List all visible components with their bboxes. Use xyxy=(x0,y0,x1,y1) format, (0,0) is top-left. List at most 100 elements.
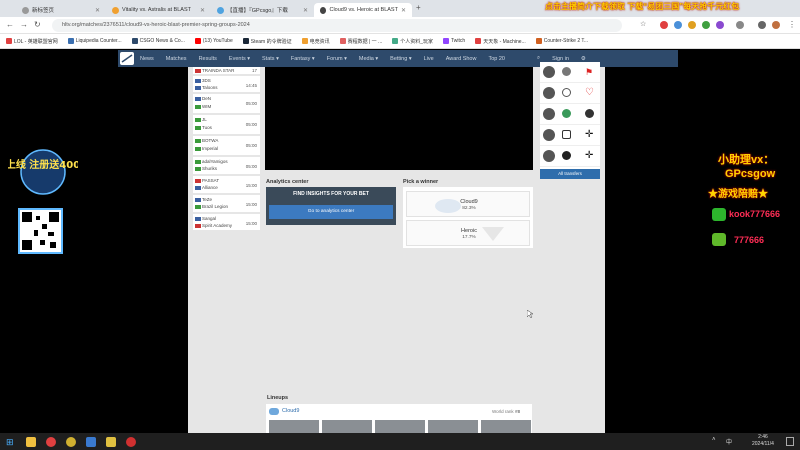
transfer-row[interactable]: ♡ xyxy=(540,83,600,104)
close-icon[interactable]: ✕ xyxy=(401,7,406,14)
nav-fantasy[interactable]: Fantasy ▾ xyxy=(291,56,315,62)
sidepanel-icon[interactable] xyxy=(758,21,766,29)
extension-icon[interactable] xyxy=(716,21,724,29)
flag-icon xyxy=(195,160,201,164)
transfer-row[interactable]: ✛ xyxy=(540,146,600,167)
chat-icon xyxy=(712,233,726,246)
match-row[interactable]: adalYamigos Shuriks 05:00 xyxy=(193,157,260,175)
close-icon[interactable]: ✕ xyxy=(200,7,205,14)
match-time: 05:00 xyxy=(245,101,257,106)
nav-forum[interactable]: Forum ▾ xyxy=(327,56,347,62)
reload-icon[interactable]: ↻ xyxy=(34,20,41,29)
close-icon[interactable]: ✕ xyxy=(303,7,308,14)
app-icon[interactable] xyxy=(106,437,116,447)
bookmark-item[interactable]: Steam 的令牌验证 xyxy=(242,38,292,45)
flag-icon xyxy=(195,86,201,90)
all-transfers-button[interactable]: All transfers xyxy=(540,169,600,179)
nav-award-show[interactable]: Award Show xyxy=(446,56,477,62)
bookmark-icon xyxy=(392,38,399,44)
pick-option-cloud9[interactable]: Cloud9 82.3% xyxy=(406,191,530,217)
player-photo[interactable] xyxy=(428,420,478,433)
tray-chevron-icon[interactable]: ˄ xyxy=(712,437,716,443)
team-logo-icon: ✛ xyxy=(585,150,594,161)
youtube-icon xyxy=(194,38,201,44)
match-row[interactable]: PASSAT Alliance 15:00 xyxy=(193,176,260,194)
extension-icon[interactable] xyxy=(660,21,668,29)
close-icon[interactable]: ✕ xyxy=(95,7,100,14)
analytics-button[interactable]: Go to analytics center xyxy=(269,205,393,219)
extension-icon[interactable] xyxy=(688,21,696,29)
url-input[interactable]: hltv.org/matches/2376511/cloud9-vs-heroi… xyxy=(52,19,622,32)
lineup-team-name[interactable]: Cloud9 xyxy=(282,408,299,414)
app-icon[interactable] xyxy=(86,437,96,447)
forward-icon[interactable]: → xyxy=(20,20,28,29)
tab-stream[interactable]: 【直播】『GPcsgo』下载 ✕ xyxy=(211,3,314,17)
transfer-row[interactable]: ✛ xyxy=(540,125,600,146)
nav-results[interactable]: Results xyxy=(199,56,217,62)
pick-option-heroic[interactable]: Heroic 17.7% xyxy=(406,220,530,246)
profile-avatar[interactable] xyxy=(772,21,780,29)
app-icon[interactable] xyxy=(66,437,76,447)
player-photo[interactable] xyxy=(375,420,425,433)
match-row[interactable]: TRAINDA STAR 17 xyxy=(193,67,260,75)
transfer-row[interactable]: ⚑ xyxy=(540,62,600,83)
bookmark-item[interactable]: 个人资料_玩家 xyxy=(392,38,433,45)
hltv-logo[interactable] xyxy=(120,52,134,65)
extension-icon[interactable] xyxy=(702,21,710,29)
flag-icon xyxy=(195,69,201,73)
tab-cloud9-heroic[interactable]: Cloud9 vs. Heroic at BLAST ✕ xyxy=(314,3,412,17)
nav-matches[interactable]: Matches xyxy=(166,56,187,62)
settings-icon[interactable]: ⚙ xyxy=(581,56,586,62)
tab-bar: 新标签页 ✕ Vitality vs. Astralis at BLAST ✕ … xyxy=(0,0,800,17)
bookmark-item[interactable]: LOL - 英雄联盟官网 xyxy=(6,38,58,45)
windows-start-icon[interactable]: ⊞ xyxy=(6,437,16,447)
signin-link[interactable]: Sign in xyxy=(552,56,569,62)
search-icon[interactable]: ⌕ xyxy=(537,55,540,62)
bookmark-item[interactable]: CSGO News & Co... xyxy=(131,38,185,44)
nav-news[interactable]: News xyxy=(140,56,154,62)
match-row[interactable]: BOTWA Imperial 05:00 xyxy=(193,136,260,156)
tab-title: 新标签页 xyxy=(32,8,55,14)
extension-icon[interactable] xyxy=(674,21,682,29)
match-time: 05:00 xyxy=(245,164,257,169)
star-icon[interactable]: ☆ xyxy=(640,20,646,28)
match-row[interactable]: 3DS Taloons 14:45 xyxy=(193,76,260,93)
transfer-row[interactable] xyxy=(540,104,600,125)
player-photo[interactable] xyxy=(481,420,531,433)
new-tab-button[interactable]: + xyxy=(416,3,421,12)
bookmark-item[interactable]: Counter-Strike 2 T... xyxy=(535,38,588,44)
team-name: Spirit Academy xyxy=(202,223,233,228)
team-name: adalYamigos xyxy=(202,159,228,164)
notification-icon[interactable] xyxy=(786,437,794,446)
player-photo[interactable] xyxy=(322,420,372,433)
stream-video[interactable] xyxy=(265,67,533,170)
bookmark-item[interactable]: 天天象 - Machine... xyxy=(475,38,526,45)
match-row[interactable]: Sangal Spirit Academy 15:00 xyxy=(193,214,260,231)
bookmark-item[interactable]: (13) YouTube xyxy=(194,38,233,44)
tab-new-tab[interactable]: 新标签页 ✕ xyxy=(16,3,106,17)
back-icon[interactable]: ← xyxy=(6,20,14,29)
bookmark-item[interactable]: 赛程数据 | 一 ... xyxy=(339,38,382,45)
nav-live[interactable]: Live xyxy=(424,56,434,62)
menu-icon[interactable]: ⋮ xyxy=(788,20,796,29)
stream-icon xyxy=(217,6,224,14)
app-icon[interactable] xyxy=(126,437,136,447)
nav-events[interactable]: Events ▾ xyxy=(229,56,250,62)
nav-media[interactable]: Media ▾ xyxy=(359,56,378,62)
bookmark-item[interactable]: Liquipedia Counter... xyxy=(67,38,122,44)
nav-betting[interactable]: Betting ▾ xyxy=(390,56,411,62)
nav-stats[interactable]: Stats ▾ xyxy=(262,56,279,62)
tab-vitality[interactable]: Vitality vs. Astralis at BLAST ✕ xyxy=(106,3,211,17)
bookmark-item[interactable]: Twitch xyxy=(443,38,465,44)
clock[interactable]: 2:46 2024/11/4 xyxy=(752,434,774,448)
input-language[interactable]: 中 xyxy=(726,437,732,446)
match-row[interactable]: DeN WIM 05:00 xyxy=(193,94,260,114)
file-explorer-icon[interactable] xyxy=(26,437,36,447)
player-photo[interactable] xyxy=(269,420,319,433)
bookmark-item[interactable]: 电竞资讯 xyxy=(301,38,330,45)
match-row[interactable]: JL Tuos 05:00 xyxy=(193,115,260,135)
match-row[interactable]: TeZe Brazil Legion 15:00 xyxy=(193,195,260,213)
nav-top20[interactable]: Top 20 xyxy=(488,56,505,62)
extensions-puzzle-icon[interactable] xyxy=(736,21,744,29)
chrome-icon[interactable] xyxy=(46,437,56,447)
